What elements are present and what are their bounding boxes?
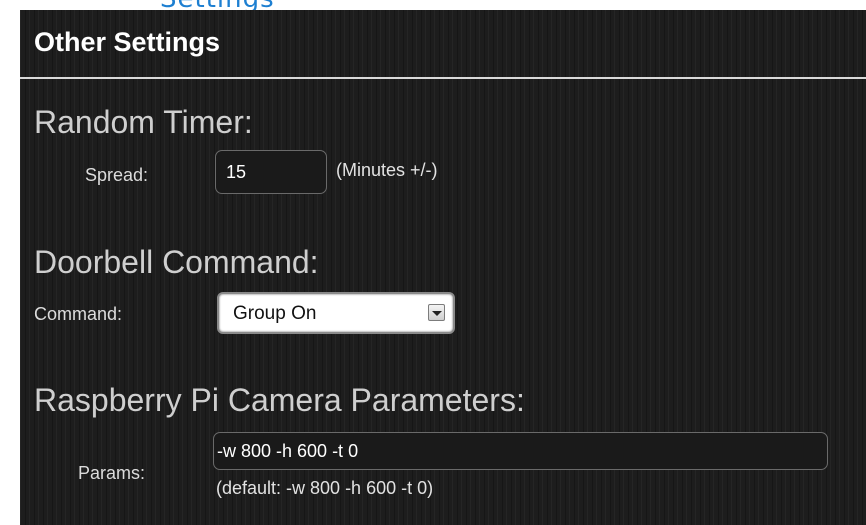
panel-title: Other Settings [34, 27, 221, 57]
random-timer-heading: Random Timer: [34, 104, 253, 140]
page-heading-clipped: Settings [160, 0, 275, 10]
chevron-down-icon[interactable] [428, 304, 445, 321]
params-input[interactable] [213, 432, 828, 470]
params-label: Params: [78, 463, 146, 483]
command-select[interactable]: Group On [217, 292, 455, 334]
spread-label: Spread: [85, 165, 149, 185]
title-divider [20, 77, 866, 79]
doorbell-command-heading: Doorbell Command: [34, 244, 319, 280]
spread-input[interactable] [215, 150, 327, 194]
page-header-strip: Settings [0, 0, 866, 10]
other-settings-panel: Other Settings Random Timer: Spread: (Mi… [20, 10, 866, 525]
command-label: Command: [34, 304, 123, 324]
camera-parameters-heading: Raspberry Pi Camera Parameters: [34, 382, 525, 418]
params-default-hint: (default: -w 800 -h 600 -t 0) [216, 478, 434, 498]
command-selected-value: Group On [233, 303, 317, 324]
spread-units-hint: (Minutes +/-) [336, 160, 438, 180]
